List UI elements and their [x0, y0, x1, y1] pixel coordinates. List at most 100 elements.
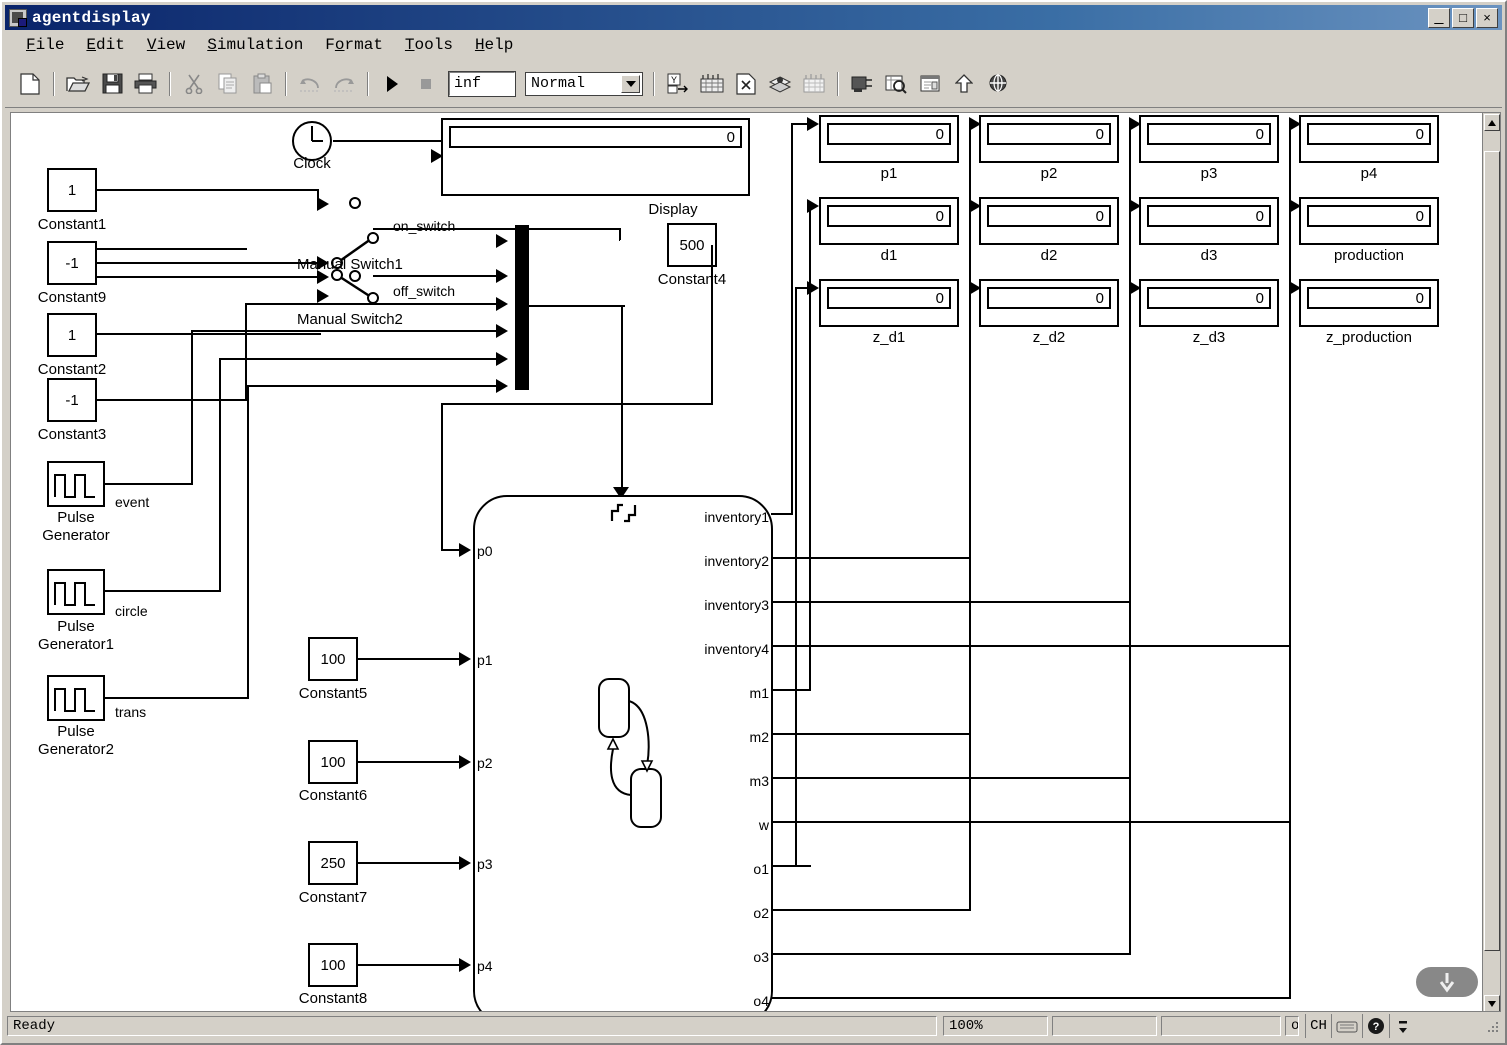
minimize-button[interactable]: _	[1428, 7, 1450, 28]
display-production-readout: 0	[1307, 205, 1431, 227]
wire-trans-v	[247, 385, 249, 699]
vertical-scrollbar[interactable]	[1482, 113, 1500, 1011]
display-d3-readout: 0	[1147, 205, 1271, 227]
close-button[interactable]: ×	[1476, 7, 1498, 28]
copy-icon[interactable]	[213, 69, 243, 99]
block-display-production[interactable]: 0	[1299, 197, 1439, 245]
status-pane-3	[1161, 1016, 1281, 1036]
scroll-down-button[interactable]	[1484, 995, 1500, 1011]
menu-format[interactable]: Format	[314, 34, 394, 56]
constant4-value: 500	[679, 236, 705, 254]
arrow-p4-in	[459, 958, 471, 972]
block-constant9[interactable]: -1	[47, 241, 97, 285]
library-browser-icon[interactable]	[765, 69, 795, 99]
display-p2-readout: 0	[987, 123, 1111, 145]
model-configuration-icon[interactable]	[915, 69, 945, 99]
block-display-p1[interactable]: 0	[819, 115, 959, 163]
block-pulse-generator[interactable]	[47, 461, 105, 507]
undo-icon[interactable]	[295, 69, 325, 99]
block-constant2[interactable]: 1	[47, 313, 97, 357]
redo-icon[interactable]	[329, 69, 359, 99]
go-to-parent-icon[interactable]	[949, 69, 979, 99]
manual-switch1-top-terminal[interactable]	[329, 195, 385, 211]
block-constant3[interactable]: -1	[47, 378, 97, 422]
menu-tools[interactable]: Tools	[394, 34, 464, 56]
scroll-down-overlay-button[interactable]	[1416, 967, 1478, 997]
simulation-stop-time-field[interactable]	[448, 70, 516, 97]
block-label-constant2: Constant2	[37, 361, 107, 378]
block-display-z-d2[interactable]: 0	[979, 279, 1119, 327]
wire-o3-v	[1129, 287, 1131, 955]
ime-more-icon[interactable]	[1389, 1014, 1415, 1038]
menu-edit[interactable]: Edit	[75, 34, 135, 56]
block-display-d1[interactable]: 0	[819, 197, 959, 245]
block-display-p2[interactable]: 0	[979, 115, 1119, 163]
stop-simulation-icon[interactable]	[411, 69, 441, 99]
block-constant1[interactable]: 1	[47, 168, 97, 212]
simulation-mode-value: Normal	[531, 75, 586, 92]
paste-icon[interactable]	[247, 69, 277, 99]
print-icon[interactable]	[131, 69, 161, 99]
block-display-z-production[interactable]: 0	[1299, 279, 1439, 327]
block-constant5[interactable]: 100	[308, 637, 358, 681]
block-label-constant6: Constant6	[298, 787, 368, 804]
toggle-model-browser-icon[interactable]	[799, 69, 829, 99]
save-model-icon[interactable]	[97, 69, 127, 99]
model-canvas[interactable]: 1 Constant1 -1 Constant9 1 Constant2 -1 …	[10, 112, 1501, 1012]
block-constant7[interactable]: 250	[308, 841, 358, 885]
arrow-mux-in3	[496, 297, 508, 311]
start-simulation-icon[interactable]	[377, 69, 407, 99]
block-constant4[interactable]: 500	[667, 223, 717, 267]
menu-help[interactable]: Help	[464, 34, 524, 56]
ime-keyboard-icon[interactable]	[1331, 1014, 1362, 1038]
ime-help-icon[interactable]: ?	[1362, 1014, 1389, 1038]
block-pulse-generator1[interactable]	[47, 569, 105, 615]
block-display-z-d3[interactable]: 0	[1139, 279, 1279, 327]
signal-label-event: event	[115, 494, 150, 510]
simulation-mode-dropdown[interactable]: Normal	[525, 71, 643, 96]
block-display-z-d1[interactable]: 0	[819, 279, 959, 327]
refresh-model-blocks-icon[interactable]	[731, 69, 761, 99]
block-label-constant5: Constant5	[298, 685, 368, 702]
resize-grip[interactable]	[1484, 1018, 1500, 1034]
maximize-button[interactable]: □	[1452, 7, 1474, 28]
block-display-d3[interactable]: 0	[1139, 197, 1279, 245]
block-display-p4[interactable]: 0	[1299, 115, 1439, 163]
menu-file[interactable]: FFileile	[15, 34, 75, 56]
display-d2-readout: 0	[987, 205, 1111, 227]
block-diagram[interactable]: 1 Constant1 -1 Constant9 1 Constant2 -1 …	[11, 113, 1466, 1011]
block-display-d2[interactable]: 0	[979, 197, 1119, 245]
display-d3-value: 0	[1255, 207, 1264, 225]
model-explorer-icon[interactable]	[881, 69, 911, 99]
build-model-icon[interactable]	[697, 69, 727, 99]
arrow-p1-in	[459, 652, 471, 666]
chevron-down-icon[interactable]	[621, 74, 640, 93]
help-icon[interactable]	[983, 69, 1013, 99]
scroll-up-button[interactable]	[1484, 114, 1500, 131]
constant5-value: 100	[320, 650, 346, 668]
signal-label-circle: circle	[115, 603, 148, 619]
cut-icon[interactable]	[179, 69, 209, 99]
block-label-manual-switch2: Manual Switch2	[297, 311, 403, 328]
block-label-z-d2: z_d2	[1032, 329, 1066, 346]
block-mux[interactable]	[515, 225, 529, 390]
wire-inv1-v	[791, 123, 793, 515]
vertical-scroll-thumb[interactable]	[1484, 151, 1500, 951]
block-display[interactable]: 0	[441, 118, 750, 196]
wire-const4-v2	[441, 403, 443, 551]
block-manual-switch2[interactable]	[327, 265, 397, 305]
wire-inv4-h	[771, 645, 1291, 647]
menu-view[interactable]: View	[136, 34, 196, 56]
display-d1-value: 0	[935, 207, 944, 225]
block-pulse-generator2[interactable]	[47, 675, 105, 721]
update-diagram-icon[interactable]: Y	[663, 69, 693, 99]
debug-icon[interactable]	[847, 69, 877, 99]
block-constant8[interactable]: 100	[308, 943, 358, 987]
open-model-icon[interactable]	[63, 69, 93, 99]
ime-language-indicator[interactable]: CH	[1305, 1014, 1331, 1038]
new-model-icon[interactable]	[15, 69, 45, 99]
block-display-p3[interactable]: 0	[1139, 115, 1279, 163]
menu-bar: FFileile Edit View Simulation Format Too…	[5, 32, 1502, 58]
block-constant6[interactable]: 100	[308, 740, 358, 784]
menu-simulation[interactable]: Simulation	[196, 34, 314, 56]
